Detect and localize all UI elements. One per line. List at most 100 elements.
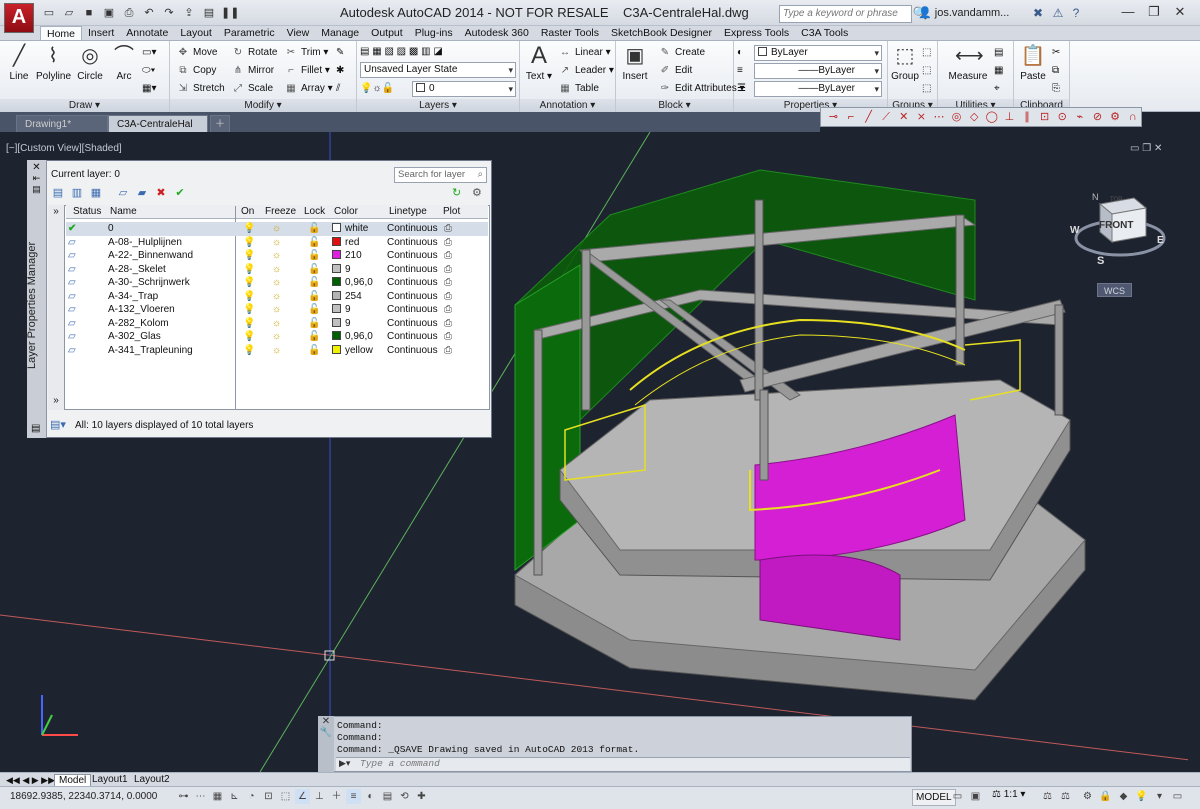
fillet-button[interactable]: ⌐ Fillet ▾	[284, 62, 330, 79]
set-current-icon[interactable]: ✔	[172, 186, 188, 200]
snap-mode-icon[interactable]: ⋯	[193, 789, 208, 804]
3d-osnap-icon[interactable]: ⬚	[278, 789, 293, 804]
layer-row[interactable]: ▱ A-22-_Binnenwand 💡 ☼ 🔓 210 Continuous ⎙	[66, 249, 488, 263]
copy-clip-icon[interactable]: ⧉	[1052, 62, 1059, 79]
measure-button[interactable]: ⟷ Measure	[946, 43, 990, 82]
tab-raster-tools[interactable]: Raster Tools	[535, 26, 605, 40]
hatch-icon[interactable]: ▦▾	[142, 80, 156, 97]
sun-icon[interactable]: ☼	[272, 263, 281, 276]
edit-attributes-button[interactable]: ✑ Edit Attributes ▾	[658, 80, 745, 97]
layer-linetype[interactable]: Continuous	[387, 236, 438, 249]
annotation-scale[interactable]: ⚖ 1:1 ▾	[992, 789, 1025, 800]
tab-annotate[interactable]: Annotate	[120, 26, 174, 40]
compass-s[interactable]: S	[1097, 255, 1104, 267]
unlocked-icon[interactable]: 🔓	[308, 249, 320, 262]
layer-name[interactable]: A-302_Glas	[108, 330, 161, 343]
snap-parallel-icon[interactable]: ∥	[1019, 109, 1036, 125]
dyn-icon[interactable]: ＋	[329, 789, 344, 804]
offset-icon[interactable]: ⫽	[336, 80, 340, 97]
group-select-icon[interactable]: ⬚	[922, 80, 931, 97]
layer-row[interactable]: ✔ 0 💡 ☼ 🔓 white Continuous ⎙	[66, 222, 488, 236]
tab-output[interactable]: Output	[365, 26, 409, 40]
saveas-icon[interactable]: ▣	[100, 4, 118, 22]
layer-name[interactable]: A-282_Kolom	[108, 317, 169, 330]
snap-perpendicular-icon[interactable]: ⊥	[1001, 109, 1018, 125]
ellipse-icon[interactable]: ⬭▾	[142, 62, 155, 79]
auto-scale-icon[interactable]: ⚖	[1058, 789, 1073, 804]
layer-linetype[interactable]: Continuous	[387, 263, 438, 276]
pause-icon[interactable]: ❚❚	[220, 4, 239, 22]
snap-endpoint-icon[interactable]: ╱	[860, 109, 877, 125]
snap-midpoint-icon[interactable]: ⟋	[878, 109, 895, 125]
layer-color[interactable]: white	[332, 222, 368, 235]
lightbulb-icon[interactable]: 💡	[243, 263, 255, 276]
stay-connected-icon[interactable]: ⚠	[1050, 5, 1066, 21]
layer-name[interactable]: A-30-_Schrijnwerk	[108, 276, 190, 289]
save-icon[interactable]: ■	[80, 4, 98, 22]
sun-icon[interactable]: ☼	[272, 344, 281, 357]
col-status[interactable]: Status	[73, 206, 101, 217]
new-property-filter-icon[interactable]: ▤	[50, 186, 66, 200]
layer-color[interactable]: 210	[332, 249, 362, 262]
layer-row[interactable]: ▱ A-30-_Schrijnwerk 💡 ☼ 🔓 0,96,0 Continuous ⎙	[66, 276, 488, 290]
id-point-icon[interactable]: ⌖	[994, 80, 1000, 97]
calculator-icon[interactable]: ▦	[994, 62, 1003, 79]
layer-name[interactable]: A-132_Vloeren	[108, 303, 175, 316]
workspace-icon[interactable]: ▤	[200, 4, 218, 22]
col-lock[interactable]: Lock	[304, 206, 325, 217]
filter-tree-collapsed[interactable]: » »	[48, 205, 65, 410]
quick-select-icon[interactable]: ▤	[994, 44, 1003, 61]
printer-icon[interactable]: ⎙	[444, 222, 452, 235]
sun-icon[interactable]: ☼	[272, 303, 281, 316]
lightbulb-icon[interactable]: 💡	[243, 222, 255, 235]
col-plot[interactable]: Plot	[443, 206, 460, 217]
group-edit-icon[interactable]: ⬚	[922, 62, 931, 79]
new-group-filter-icon[interactable]: ▥	[69, 186, 85, 200]
wcs-menu[interactable]: WCS	[1097, 283, 1132, 297]
sun-icon[interactable]: ☼	[272, 317, 281, 330]
linear-button[interactable]: ↔ Linear ▾	[558, 44, 611, 61]
snap-temp-icon[interactable]: ⊸	[825, 109, 842, 125]
snap-none-icon[interactable]: ⊘	[1089, 109, 1106, 125]
exchange-icon[interactable]: ✖	[1030, 5, 1046, 21]
print-icon[interactable]: ⎙	[120, 4, 138, 22]
lineweight-dropdown[interactable]: ——ByLayer	[754, 63, 882, 79]
layer-linetype[interactable]: Continuous	[387, 344, 438, 357]
layer-row[interactable]: ▱ A-282_Kolom 💡 ☼ 🔓 9 Continuous ⎙	[66, 317, 488, 331]
help-icon[interactable]: ?	[1068, 5, 1084, 21]
snap-magnet-icon[interactable]: ∩	[1124, 109, 1141, 125]
snap-apparent-icon[interactable]: ⨯	[913, 109, 930, 125]
settings-icon[interactable]: ⚙	[472, 186, 482, 199]
layer-linetype[interactable]: Continuous	[387, 290, 438, 303]
table-button[interactable]: ▦ Table	[558, 80, 599, 97]
unlocked-icon[interactable]: 🔓	[308, 222, 320, 235]
ducs-icon[interactable]: ⊥	[312, 789, 327, 804]
clean-screen-icon[interactable]: ▭	[1170, 789, 1185, 804]
tab-manage[interactable]: Manage	[315, 26, 365, 40]
printer-icon[interactable]: ⎙	[444, 317, 452, 330]
share-icon[interactable]: ⇪	[180, 4, 198, 22]
palette-autohide-icon[interactable]: ⇤	[27, 173, 46, 184]
snap-settings-icon[interactable]: ⚙	[1107, 109, 1124, 125]
modify-panel-title[interactable]: Modify ▾	[170, 99, 356, 113]
unlocked-icon[interactable]: 🔓	[308, 344, 320, 357]
close-button[interactable]: ✕	[1167, 2, 1193, 22]
unlocked-icon[interactable]: 🔓	[308, 303, 320, 316]
delete-layer-icon[interactable]: ✖	[153, 186, 169, 200]
snap-extension-icon[interactable]: ⋯	[931, 109, 948, 125]
mirror-button[interactable]: ⋔ Mirror	[231, 62, 274, 79]
unlocked-icon[interactable]: 🔓	[308, 317, 320, 330]
undo-icon[interactable]: ↶	[140, 4, 158, 22]
grid-icon[interactable]: ▦	[210, 789, 225, 804]
layer-states-icon[interactable]: ▦	[88, 186, 104, 200]
layer-color[interactable]: red	[332, 236, 359, 249]
minimize-button[interactable]: —	[1115, 2, 1141, 22]
command-window-strip[interactable]: ✕ 🔧	[318, 716, 334, 772]
layer-name[interactable]: A-341_Trapleuning	[108, 344, 193, 357]
sun-icon[interactable]: ☼	[272, 222, 281, 235]
layer-color[interactable]: yellow	[332, 344, 373, 357]
tab-view[interactable]: View	[281, 26, 316, 40]
array-button[interactable]: ▦ Array ▾	[284, 80, 332, 97]
printer-icon[interactable]: ⎙	[444, 330, 452, 343]
snap-quadrant-icon[interactable]: ◇	[966, 109, 983, 125]
